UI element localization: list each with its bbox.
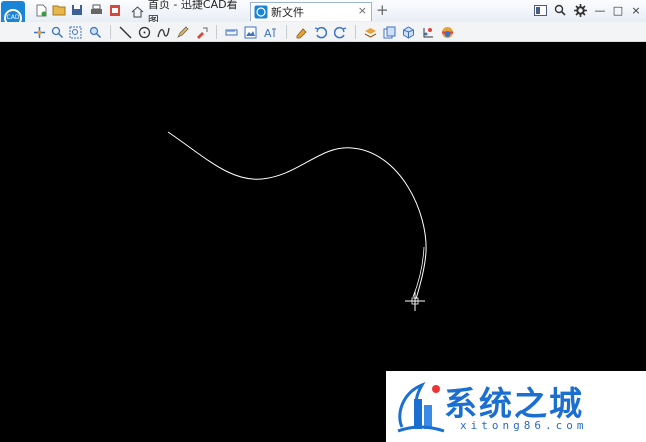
measure-icon[interactable] [224,25,238,39]
watermark-subtitle: xitong86.com [460,419,588,432]
circle-tool-icon[interactable] [137,25,151,39]
home-icon [131,5,145,19]
toolbar-separator [355,25,356,39]
revision-cloud-icon[interactable] [194,25,208,39]
text-tool-icon[interactable]: A [263,25,277,39]
erase-icon[interactable] [294,25,308,39]
close-button[interactable]: × [628,3,644,17]
maximize-button[interactable]: □ [610,3,626,17]
redo-icon[interactable] [333,25,347,39]
open-file-icon[interactable] [52,3,66,17]
drawing-toolbar: A [0,22,646,42]
undo-icon[interactable] [313,25,327,39]
print-icon[interactable] [89,3,103,17]
toolbar-separator [216,25,217,39]
dimension-icon[interactable] [421,25,435,39]
title-bar: CAD 首页 - 迅捷CAD看图 新文件 × + — □ × [0,0,646,37]
gear-icon[interactable] [572,3,588,17]
watermark-logo-icon [397,381,445,433]
tab-label: 新文件 [271,6,304,19]
app-logo-text: CAD [6,14,20,21]
minimize-button[interactable]: — [592,3,608,17]
tab-close-button[interactable]: × [358,4,367,17]
tab-home[interactable]: 首页 - 迅捷CAD看图 [128,0,248,27]
layout-icon[interactable] [532,3,548,17]
pan-icon[interactable] [32,25,46,39]
zoom-extents-icon[interactable] [68,25,82,39]
crosshair-cursor [405,291,425,311]
pencil-tool-icon[interactable] [175,25,189,39]
save-icon[interactable] [70,3,84,17]
layers-icon[interactable] [363,25,377,39]
color-icon[interactable] [440,25,454,39]
image-icon[interactable] [243,25,257,39]
search-icon[interactable] [552,3,568,17]
svg-text:A: A [264,27,272,39]
3d-view-icon[interactable] [401,25,415,39]
new-tab-button[interactable]: + [376,2,389,19]
watermark-title: 系统之城 [444,384,584,423]
line-tool-icon[interactable] [118,25,132,39]
toolbar-separator [110,25,111,39]
toolbar-separator [286,25,287,39]
watermark: 系统之城 xitong86.com [386,371,646,442]
zoom-window-icon[interactable] [50,25,64,39]
spline-curve [167,131,427,300]
new-file-icon[interactable] [34,3,48,17]
zoom-realtime-icon[interactable] [88,25,102,39]
spline-tool-icon[interactable] [156,25,170,39]
blocks-icon[interactable] [382,25,396,39]
export-pdf-icon[interactable] [108,3,122,17]
tab-new-file[interactable]: 新文件 × [250,2,372,21]
cad-file-icon [254,5,268,19]
